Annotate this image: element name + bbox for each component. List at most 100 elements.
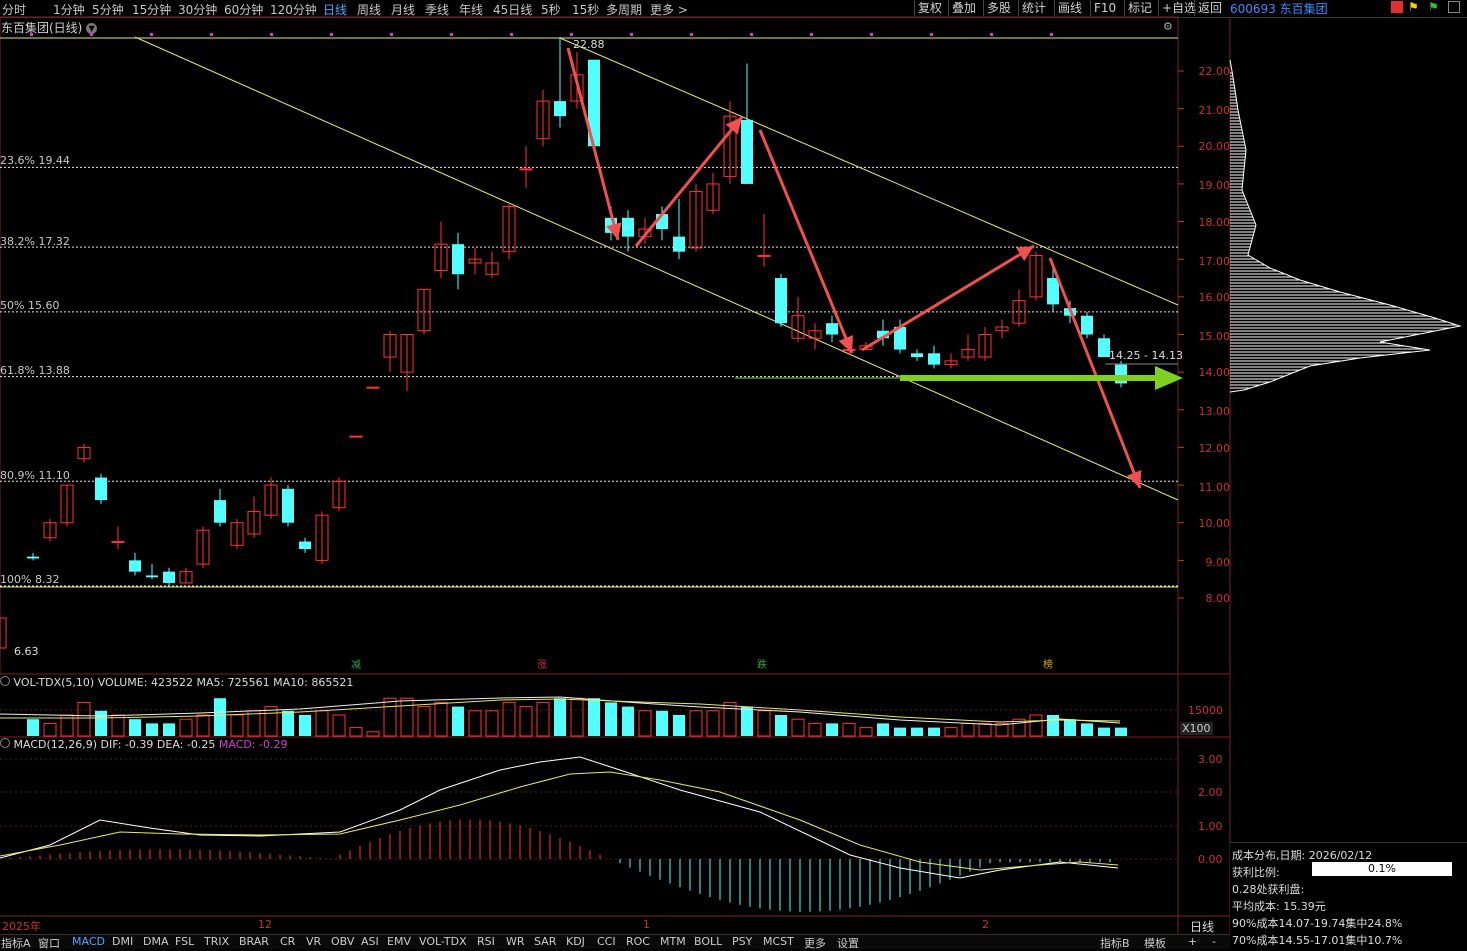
signal-dot (810, 33, 813, 36)
volume-bar (723, 701, 737, 737)
tab-more[interactable]: 更多 (804, 935, 826, 951)
macd-axis-tick: 2.00 (1198, 786, 1223, 799)
volume-bar (299, 715, 311, 736)
tab-psy[interactable]: PSY (732, 935, 752, 948)
event-marker-reduce[interactable]: 减 (350, 660, 362, 672)
cost-90: 90%成本14.07-19.74集中24.8% (1232, 917, 1403, 930)
tab-indicator-a[interactable]: 指标A (1, 935, 31, 951)
volume-axis-tick: 15000 (1188, 704, 1223, 717)
volume-bar (163, 723, 175, 736)
avg-cost: 平均成本: 15.39元 (1232, 900, 1326, 913)
tab-rsi[interactable]: RSI (477, 935, 495, 948)
tab-indicator-b[interactable]: 指标B (1100, 935, 1130, 951)
price-tick: 16.00 (1198, 291, 1231, 304)
tab-vr[interactable]: VR (306, 935, 321, 948)
signal-dot (150, 33, 153, 36)
event-marker-list[interactable]: 榜 (1042, 660, 1054, 672)
candle-body (27, 556, 39, 559)
volume-bar (978, 722, 992, 737)
candle-body (452, 244, 464, 275)
signal-dot (570, 33, 573, 36)
volume-bar (400, 697, 414, 737)
period-side-label[interactable]: 日线 (1190, 918, 1214, 935)
profit-ratio-label: 获利比例: (1232, 866, 1280, 879)
fib-label-500: 50% 15.60 (0, 299, 60, 312)
tab-settings[interactable]: 设置 (837, 935, 859, 951)
volume-bar (214, 698, 226, 736)
event-marker-rise[interactable]: 涨 (536, 660, 548, 672)
indicator-toggle-icon[interactable] (0, 676, 10, 686)
volume-bar (43, 722, 57, 737)
candle-body (129, 560, 141, 572)
tab-macd[interactable]: MACD (72, 935, 105, 948)
tab-vol-tdx[interactable]: VOL-TDX (419, 935, 467, 948)
date-axis-label: 2025年 (2, 920, 41, 933)
price-tick: 14.00 (1198, 366, 1231, 379)
volume-bar (877, 723, 889, 736)
candle-body (1047, 278, 1059, 305)
candle-body (163, 571, 175, 583)
candle-body (366, 386, 380, 389)
fib-label-618: 61.8% 13.88 (0, 364, 70, 377)
signal-dot (270, 33, 273, 36)
tab-roc[interactable]: ROC (626, 935, 650, 948)
tab-emv[interactable]: EMV (387, 935, 411, 948)
tab-obv[interactable]: OBV (331, 935, 354, 948)
volume-bar (264, 706, 278, 737)
tab-boll[interactable]: BOLL (694, 935, 722, 948)
tab-brar[interactable]: BRAR (239, 935, 269, 948)
tab-cr[interactable]: CR (280, 935, 295, 948)
volume-bar (826, 723, 838, 736)
fib-label-100: 100% 8.32 (0, 573, 60, 586)
tab-template[interactable]: 模板 (1144, 935, 1166, 951)
candle-body (0, 617, 7, 649)
signal-dot (510, 33, 513, 36)
volume-ma5: MA5: 725561 (196, 676, 270, 689)
tab-window[interactable]: 窗口 (38, 935, 60, 951)
kline-chart[interactable] (0, 0, 1467, 948)
tab-trix[interactable]: TRIX (204, 935, 229, 948)
tab-wr[interactable]: WR (506, 935, 525, 948)
tab-cci[interactable]: CCI (597, 935, 616, 948)
price-range-label: 14.25 - 14.13 (1109, 349, 1183, 362)
trend-arrow-up-2 (861, 244, 1035, 352)
price-tick: 22.00 (1198, 65, 1231, 78)
volume-bar (196, 714, 210, 737)
cost-distribution-panel: 成本分布,日期: 2026/02/12 获利比例: 0.28处获利盘: 平均成本… (1230, 842, 1467, 949)
volume-bar (842, 722, 856, 737)
volume-bar (247, 710, 261, 737)
zoom-out-button[interactable]: - (1212, 935, 1216, 948)
channel-lower-line (134, 36, 1179, 501)
tab-mcst[interactable]: MCST (763, 935, 794, 948)
tab-fsl[interactable]: FSL (175, 935, 194, 948)
volume-bar (77, 701, 91, 737)
signal-dot (390, 33, 393, 36)
signal-dot (450, 33, 453, 36)
zoom-in-button[interactable]: + (1188, 935, 1197, 948)
event-marker-fall[interactable]: 跌 (756, 660, 768, 672)
tab-kdj[interactable]: KDJ (566, 935, 585, 948)
high-price-label: 22.88 (573, 38, 605, 51)
volume-bar (179, 718, 193, 737)
tab-mtm[interactable]: MTM (660, 935, 686, 948)
volume-bar (349, 727, 363, 737)
indicator-toggle-icon[interactable] (0, 738, 10, 748)
tab-asi[interactable]: ASI (361, 935, 379, 948)
volume-indicator-name[interactable]: VOL-TDX(5,10) (14, 676, 95, 689)
volume-bar (383, 697, 397, 737)
tab-dmi[interactable]: DMI (112, 935, 133, 948)
price-tick: 11.00 (1198, 481, 1231, 494)
tab-dma[interactable]: DMA (143, 935, 169, 948)
candle-body (554, 101, 566, 117)
candle-body (214, 500, 226, 523)
fib-label-809: 80.9% 11.10 (0, 469, 70, 482)
chip-distribution (1229, 59, 1462, 393)
macd-indicator-name[interactable]: MACD(12,26,9) (14, 738, 98, 751)
volume-bar (741, 706, 753, 736)
signal-dot (90, 33, 93, 36)
volume-bar (434, 701, 448, 737)
tab-sar[interactable]: SAR (534, 935, 556, 948)
volume-bar (230, 714, 244, 737)
date-axis-label: 12 (258, 918, 272, 931)
candle-body (741, 119, 753, 184)
